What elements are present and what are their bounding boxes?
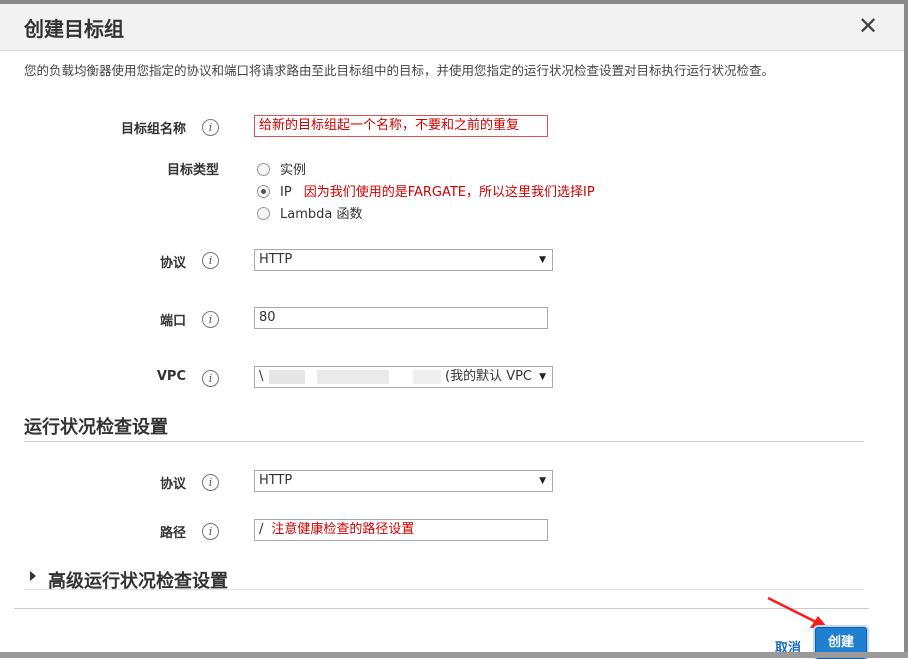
radio-label: 实例 <box>280 163 307 178</box>
dialog-title: 创建目标组 <box>24 17 124 41</box>
target-group-name-label: 目标组名称 <box>120 122 186 137</box>
vpc-select[interactable]: \ (我的默认 VPC ▼ <box>254 366 553 388</box>
section-divider <box>24 441 864 442</box>
chevron-down-icon: ▼ <box>539 476 546 486</box>
protocol-select-value: HTTP <box>259 252 293 267</box>
vpc-select-value: \ <box>259 369 264 384</box>
info-icon[interactable]: i <box>202 119 219 136</box>
radio-circle[interactable] <box>257 163 270 176</box>
info-icon[interactable]: i <box>202 474 219 491</box>
target-type-label: 目标类型 <box>166 163 219 178</box>
info-icon[interactable]: i <box>202 252 219 269</box>
protocol-label: 协议 <box>159 256 186 271</box>
dialog-description: 您的负载均衡器使用您指定的协议和端口将请求路由至此目标组中的目标，并使用您指定的… <box>24 63 775 78</box>
footer-divider <box>14 608 869 609</box>
health-protocol-select-value: HTTP <box>259 473 293 488</box>
dialog-header: 创建目标组 ✕ <box>0 4 904 51</box>
redacted-block <box>413 370 441 384</box>
health-path-input[interactable]: / 注意健康检查的路径设置 <box>254 519 548 541</box>
info-icon[interactable]: i <box>202 370 219 387</box>
window-bottom-border <box>0 652 908 658</box>
protocol-select[interactable]: HTTP ▼ <box>254 249 553 271</box>
radio-lambda[interactable]: Lambda 函数 <box>257 203 362 222</box>
expand-triangle-icon[interactable] <box>30 571 36 581</box>
chevron-down-icon: ▼ <box>539 255 546 265</box>
vpc-label: VPC <box>156 369 186 384</box>
radio-ip[interactable]: IP 因为我们使用的是FARGATE，所以这里我们选择IP <box>257 181 595 200</box>
close-icon[interactable]: ✕ <box>858 12 878 40</box>
port-label: 端口 <box>159 314 186 329</box>
health-path-label: 路径 <box>159 526 186 541</box>
radio-label: IP <box>280 185 292 200</box>
health-path-value: / <box>259 522 264 537</box>
section-divider <box>24 589 864 590</box>
redacted-block <box>317 370 389 384</box>
radio-circle[interactable] <box>257 207 270 220</box>
health-protocol-label: 协议 <box>159 477 186 492</box>
ip-annotation: 因为我们使用的是FARGATE，所以这里我们选择IP <box>303 185 595 200</box>
arrow-shaft <box>767 596 821 626</box>
chevron-down-icon: ▼ <box>539 372 546 382</box>
vpc-suffix: (我的默认 VPC <box>445 369 533 384</box>
window-right-border <box>904 0 908 658</box>
port-input[interactable]: 80 <box>254 307 548 329</box>
path-annotation: 注意健康检查的路径设置 <box>271 522 415 537</box>
target-group-name-input[interactable]: 给新的目标组起一个名称，不要和之前的重复 <box>254 115 548 137</box>
info-icon[interactable]: i <box>202 311 219 328</box>
health-check-section-title: 运行状况检查设置 <box>24 417 168 438</box>
health-protocol-select[interactable]: HTTP ▼ <box>254 470 553 492</box>
radio-label: Lambda 函数 <box>280 207 363 222</box>
radio-instance[interactable]: 实例 <box>257 159 306 178</box>
redacted-block <box>269 370 305 384</box>
radio-circle-selected[interactable] <box>257 185 270 198</box>
info-icon[interactable]: i <box>202 523 219 540</box>
